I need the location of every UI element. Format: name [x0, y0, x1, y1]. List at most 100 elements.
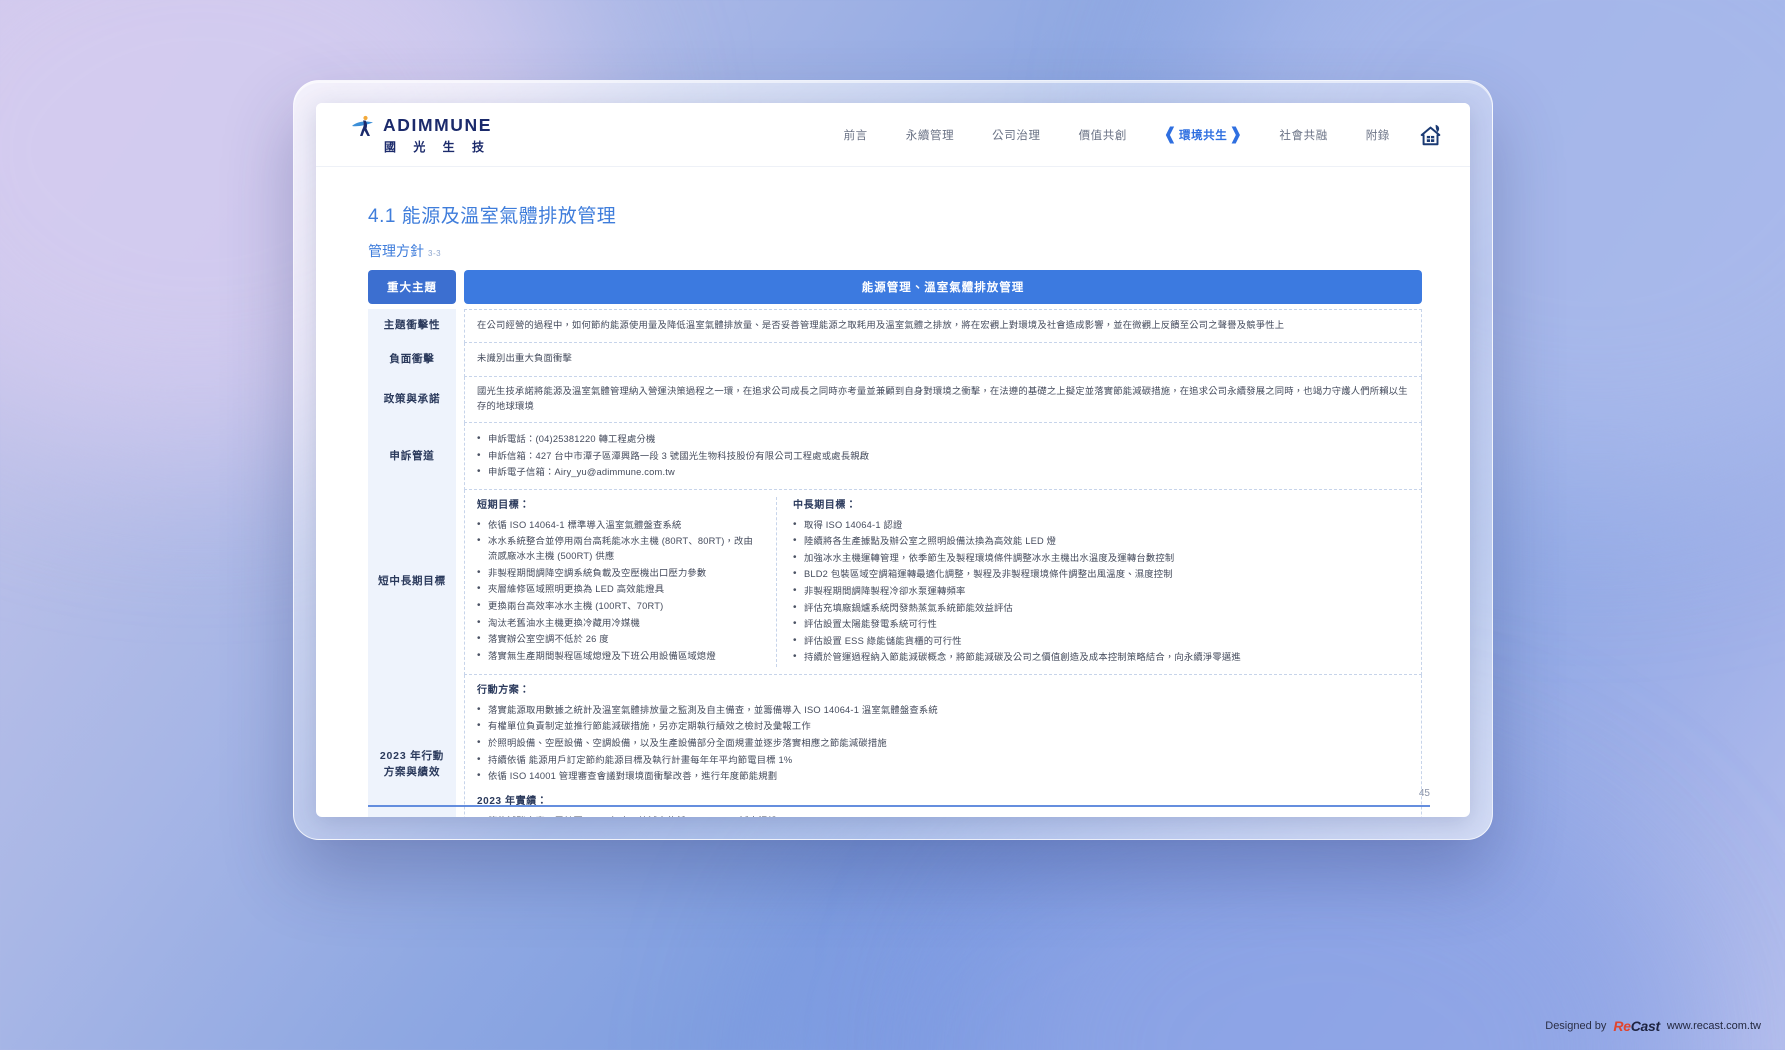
row-content-negative-impact: 未識別出重大負面衝擊: [464, 342, 1422, 377]
report-page-body: 4.1 能源及溫室氣體排放管理 管理方針 3-3 重大主題 能源管理、溫室氣體排…: [316, 167, 1470, 817]
action-plan-list: 落實能源取用數據之統計及溫室氣體排放量之監測及自主備查，並籌備導入 ISO 14…: [477, 703, 1409, 784]
row-content-policy-commitment: 國光生技承諾將能源及溫室氣體管理納入營運決策過程之一環，在追求公司成長之同時亦考…: [464, 376, 1422, 424]
mid-long-term-goals-list: 取得 ISO 14064-1 認證 陸續將各生產據點及辦公室之照明設備汰換為高效…: [793, 518, 1409, 665]
list-item: 評估設置太陽能發電系統可行性: [793, 617, 1409, 632]
policy-heading: 管理方針 3-3: [368, 241, 1422, 261]
table-header-row: 重大主題 能源管理、溫室氣體排放管理: [368, 270, 1422, 304]
brand-subname: 國 光 生 技: [384, 139, 492, 154]
list-item: 落實無生產期間製程區域熄燈及下班公用設備區域熄燈: [477, 649, 762, 664]
row-label-negative-impact: 負面衝擊: [368, 342, 456, 377]
report-viewer-window: ADIMMUNE 國 光 生 技 前言 永續管理 公司治理 價值共創 ❰ 環境共…: [316, 103, 1470, 817]
table-row: 政策與承諾 國光生技承諾將能源及溫室氣體管理納入營運決策過程之一環，在追求公司成…: [368, 376, 1422, 424]
row-spacer: [456, 490, 464, 675]
adimmune-runner-logo-icon: [350, 115, 376, 137]
recast-url[interactable]: www.recast.com.tw: [1667, 1020, 1761, 1032]
bracket-right-icon: ❱: [1228, 124, 1244, 144]
table-row: 申訴管道 申訴電話：(04)25381220 轉工程處分機 申訴信箱：427 台…: [368, 423, 1422, 490]
management-approach-table: 重大主題 能源管理、溫室氣體排放管理 主題衝擊性 在公司經營的過程中，如何節約能…: [368, 270, 1422, 817]
table-header-main: 能源管理、溫室氣體排放管理: [464, 270, 1422, 304]
list-item: 非製程期間調降空調系統負載及空壓機出口壓力參數: [477, 566, 762, 581]
list-item: 節能減碳方案，累計至 2023 年底，總減少能耗 11,221GJ、減少溫排 4…: [477, 814, 1409, 817]
short-term-goals-column: 短期目標： 依循 ISO 14064-1 標準導入溫室氣體盤查系統 冰水系統整合…: [477, 496, 777, 667]
row-text-policy-commitment: 國光生技承諾將能源及溫室氣體管理納入營運決策過程之一環，在追求公司成長之同時亦考…: [477, 385, 1408, 412]
goals-two-column: 短期目標： 依循 ISO 14064-1 標準導入溫室氣體盤查系統 冰水系統整合…: [477, 496, 1409, 667]
nav-item-environmental-symbiosis[interactable]: ❰ 環境共生 ❱: [1163, 123, 1243, 147]
nav-item-social-inclusion[interactable]: 社會共融: [1277, 123, 1329, 147]
row-spacer: [456, 423, 464, 489]
site-header: ADIMMUNE 國 光 生 技 前言 永續管理 公司治理 價值共創 ❰ 環境共…: [316, 103, 1470, 167]
list-item: 取得 ISO 14064-1 認證: [793, 518, 1409, 533]
recast-logo[interactable]: ReCast: [1613, 1018, 1660, 1034]
gri-indicator-tag: 3-3: [428, 249, 442, 258]
list-item: 評估充填廠鍋爐系統閃發熱蒸氣系統節能效益評估: [793, 601, 1409, 616]
table-header-topic: 重大主題: [368, 270, 456, 304]
list-item: 於照明設備、空壓設備、空調設備，以及生產設備部分全面規畫並逐步落實相應之節能減碳…: [477, 736, 1409, 751]
row-spacer: [456, 675, 464, 817]
list-item: 申訴電話：(04)25381220 轉工程處分機: [477, 432, 1409, 447]
table-row: 2023 年行動 方案與績效 行動方案： 落實能源取用數據之統計及溫室氣體排放量…: [368, 674, 1422, 817]
list-item: 更換兩台高效率冰水主機 (100RT、70RT): [477, 599, 762, 614]
list-item: BLD2 包裝區域空調箱運轉最適化調整，製程及非製程環境條件調整出風溫度、濕度控…: [793, 567, 1409, 582]
short-term-goals-list: 依循 ISO 14064-1 標準導入溫室氣體盤查系統 冰水系統整合並停用兩台高…: [477, 518, 762, 664]
mid-long-term-goals-column: 中長期目標： 取得 ISO 14064-1 認證 陸續將各生產據點及辦公室之照明…: [777, 497, 1409, 667]
nav-item-appendix[interactable]: 附錄: [1364, 123, 1392, 147]
table-header-spacer: [456, 270, 464, 304]
row-label-action-2023-line1: 2023 年行動: [379, 750, 445, 763]
list-item: 有權單位負責制定並推行節能減碳措施，另亦定期執行績效之檢討及彙報工作: [477, 719, 1409, 734]
list-item: 非製程期間調降製程冷卻水泵運轉頻率: [793, 584, 1409, 599]
row-spacer: [456, 343, 464, 377]
row-spacer: [456, 377, 464, 424]
nav-item-preface[interactable]: 前言: [842, 123, 870, 147]
page-title: 4.1 能源及溫室氣體排放管理: [368, 206, 617, 227]
row-spacer: [456, 309, 464, 343]
grievance-list: 申訴電話：(04)25381220 轉工程處分機 申訴信箱：427 台中市潭子區…: [477, 432, 1409, 480]
table-row: 短中長期目標 短期目標： 依循 ISO 14064-1 標準導入溫室氣體盤查系統…: [368, 489, 1422, 675]
row-label-goals: 短中長期目標: [368, 489, 456, 675]
bracket-left-icon: ❰: [1162, 124, 1178, 144]
footer-rule: [368, 805, 1430, 807]
row-label-grievance-channel: 申訴管道: [368, 423, 456, 490]
nav-item-corporate-governance[interactable]: 公司治理: [990, 123, 1042, 147]
row-label-action-2023-line2: 方案與績效: [383, 766, 441, 779]
list-item: 冰水系統整合並停用兩台高耗能冰水主機 (80RT、80RT)，改由流感廠冰水主機…: [477, 534, 762, 564]
row-label-action-2023: 2023 年行動 方案與績效: [368, 674, 456, 817]
credit-designed-by: Designed by: [1545, 1020, 1607, 1032]
home-leaf-icon[interactable]: [1418, 122, 1444, 148]
row-content-action-2023: 行動方案： 落實能源取用數據之統計及溫室氣體排放量之監測及自主備查，並籌備導入 …: [464, 674, 1422, 817]
brand-logo[interactable]: ADIMMUNE 國 光 生 技: [350, 115, 492, 155]
table-row: 負面衝擊 未識別出重大負面衝擊: [368, 342, 1422, 377]
credit-bar: Designed by ReCast www.recast.com.tw: [1545, 1018, 1761, 1034]
list-item: 加強冰水主機運轉管理，依季節生及製程環境條件調整冰水主機出水溫度及運轉台數控制: [793, 551, 1409, 566]
action-result-heading: 2023 年實績：: [477, 796, 548, 808]
row-content-grievance-channel: 申訴電話：(04)25381220 轉工程處分機 申訴信箱：427 台中市潭子區…: [464, 423, 1422, 490]
list-item: 依循 ISO 14064-1 標準導入溫室氣體盤查系統: [477, 518, 762, 533]
row-label-topic-impact: 主題衝擊性: [368, 309, 456, 343]
list-item: 申訴電子信箱：Airy_yu@adimmune.com.tw: [477, 465, 1409, 480]
nav-item-environmental-symbiosis-label: 環境共生: [1178, 129, 1228, 142]
action-result-list: 節能減碳方案，累計至 2023 年底，總減少能耗 11,221GJ、減少溫排 4…: [477, 814, 1409, 817]
nav-item-sustainability-management[interactable]: 永續管理: [904, 123, 956, 147]
list-item: 落實能源取用數據之統計及溫室氣體排放量之監測及自主備查，並籌備導入 ISO 14…: [477, 703, 1409, 718]
list-item: 夾層維修區域照明更換為 LED 高效能燈具: [477, 582, 762, 597]
list-item: 淘汰老舊油水主機更換冷藏用冷媒機: [477, 616, 762, 631]
policy-heading-label: 管理方針: [368, 243, 424, 259]
list-item: 評估設置 ESS 綠能儲能貨櫃的可行性: [793, 634, 1409, 649]
mid-long-term-goals-heading: 中長期目標：: [793, 499, 857, 511]
row-content-goals: 短期目標： 依循 ISO 14064-1 標準導入溫室氣體盤查系統 冰水系統整合…: [464, 489, 1422, 675]
recast-logo-initial: Re: [1613, 1018, 1631, 1034]
list-item: 依循 ISO 14001 管理審查會議對環境面衝擊改善，進行年度節能規劃: [477, 769, 1409, 784]
list-item: 落實辦公室空調不低於 26 度: [477, 632, 762, 647]
table-row: 主題衝擊性 在公司經營的過程中，如何節約能源使用量及降低溫室氣體排放量、是否妥善…: [368, 309, 1422, 343]
action-plan-heading: 行動方案：: [477, 684, 530, 696]
nav-item-value-co-creation[interactable]: 價值共創: [1077, 123, 1129, 147]
list-item: 持續於管運過程納入節能減碳概念，將節能減碳及公司之價值創造及成本控制策略結合，向…: [793, 650, 1409, 665]
device-frame: ADIMMUNE 國 光 生 技 前言 永續管理 公司治理 價值共創 ❰ 環境共…: [293, 80, 1493, 840]
page-number: 45: [1418, 788, 1430, 799]
list-item: 申訴信箱：427 台中市潭子區潭興路一段 3 號國光生物科技股份有限公司工程處或…: [477, 449, 1409, 464]
list-item: 持續依循 能源用戶訂定節約能源目標及執行計畫每年年平均節電目標 1%: [477, 753, 1409, 768]
recast-logo-rest: Cast: [1630, 1018, 1660, 1034]
row-label-policy-commitment: 政策與承諾: [368, 376, 456, 424]
brand-name: ADIMMUNE: [383, 115, 493, 135]
list-item: 陸續將各生產據點及辦公室之照明設備汰換為高效能 LED 燈: [793, 534, 1409, 549]
row-text-negative-impact: 未識別出重大負面衝擊: [477, 353, 572, 364]
